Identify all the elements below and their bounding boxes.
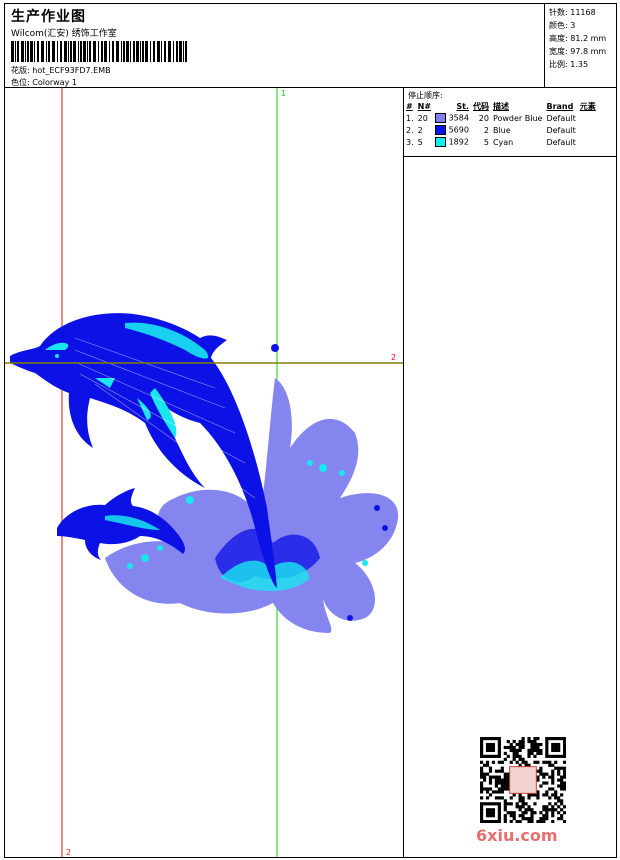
colorway-value: Colorway 1 <box>32 78 77 87</box>
design-height: 高度: 81.2 mm <box>549 34 607 43</box>
stop-sequence-panel: 停止顺序: # N# St. 代码 描述 Brand 元素 1. 20 3584… <box>403 87 617 157</box>
stitch-value: 5690 <box>448 125 469 135</box>
row-element <box>578 124 598 136</box>
embroidery-preview <box>5 88 403 857</box>
stitch-value: 1892 <box>448 137 469 147</box>
row-index: 2. <box>406 125 414 135</box>
page-title: 生产作业图 <box>11 9 86 25</box>
row-code: 5 <box>483 137 489 147</box>
stitch-count: 针数: 11168 <box>549 8 596 17</box>
table-row: 3. 5 1892 5 Cyan Default <box>404 136 598 148</box>
row-stitches: 5690 <box>433 124 471 136</box>
header-block: 生产作业图 Wilcom(汇安) 绣饰工作室 花版: hot_ECF93FD7.… <box>4 3 545 88</box>
col-header-index: # <box>406 101 413 111</box>
row-element <box>578 112 598 124</box>
row-brand: Default <box>546 137 576 147</box>
table-header-row: # N# St. 代码 描述 Brand 元素 <box>404 100 598 112</box>
col-header-element: 元素 <box>579 101 596 111</box>
row-code: 2 <box>483 125 489 135</box>
design-width: 宽度: 97.8 mm <box>549 47 607 56</box>
table-row: 2. 2 5690 2 Blue Default <box>404 124 598 136</box>
qr-code <box>480 737 566 823</box>
barcode <box>11 41 187 62</box>
col-header-description: 描述 <box>492 101 509 111</box>
guide-label-top: 1 <box>281 89 287 98</box>
color-count: 颜色: 3 <box>549 21 576 30</box>
table-row: 1. 20 3584 20 Powder Blue Default <box>404 112 598 124</box>
row-number: 2 <box>417 125 423 135</box>
row-code: 20 <box>478 113 489 123</box>
color-swatch <box>435 113 447 123</box>
row-number: 20 <box>417 113 428 123</box>
color-swatch <box>435 137 447 147</box>
col-header-stitches: St. <box>456 101 469 111</box>
col-header-code: 代码 <box>472 101 489 111</box>
row-brand: Default <box>546 113 576 123</box>
row-description: Cyan <box>492 137 514 147</box>
design-filename: hot_ECF93FD7.EMB <box>32 66 111 75</box>
guide-label-right: 2 <box>391 353 397 362</box>
design-scale: 比例: 1.35 <box>549 60 589 69</box>
design-label: 花版: <box>11 66 30 75</box>
row-index: 1. <box>406 113 414 123</box>
stop-sequence-table: # N# St. 代码 描述 Brand 元素 1. 20 3584 20 Po… <box>404 100 598 148</box>
watermark-text: 6xiu.com <box>476 826 558 845</box>
col-header-number: N# <box>417 101 432 111</box>
studio-subtitle: Wilcom(汇安) 绣饰工作室 <box>11 29 117 39</box>
guide-label-bottom: 2 <box>66 848 72 857</box>
col-header-brand: Brand <box>546 101 574 111</box>
color-swatch <box>435 125 447 135</box>
stats-block: 针数: 11168 颜色: 3 高度: 81.2 mm 宽度: 97.8 mm … <box>544 3 617 88</box>
row-description: Blue <box>492 125 511 135</box>
row-description: Powder Blue <box>492 113 543 123</box>
row-index: 3. <box>406 137 414 147</box>
row-element <box>578 136 598 148</box>
row-stitches: 3584 <box>433 112 471 124</box>
design-file-line: 花版: hot_ECF93FD7.EMB <box>11 65 111 76</box>
row-brand: Default <box>546 125 576 135</box>
design-canvas: 1 2 2 <box>4 87 404 858</box>
row-number: 5 <box>417 137 423 147</box>
stitch-value: 3584 <box>448 113 469 123</box>
colorway-label: 色位: <box>11 78 30 87</box>
row-stitches: 1892 <box>433 136 471 148</box>
